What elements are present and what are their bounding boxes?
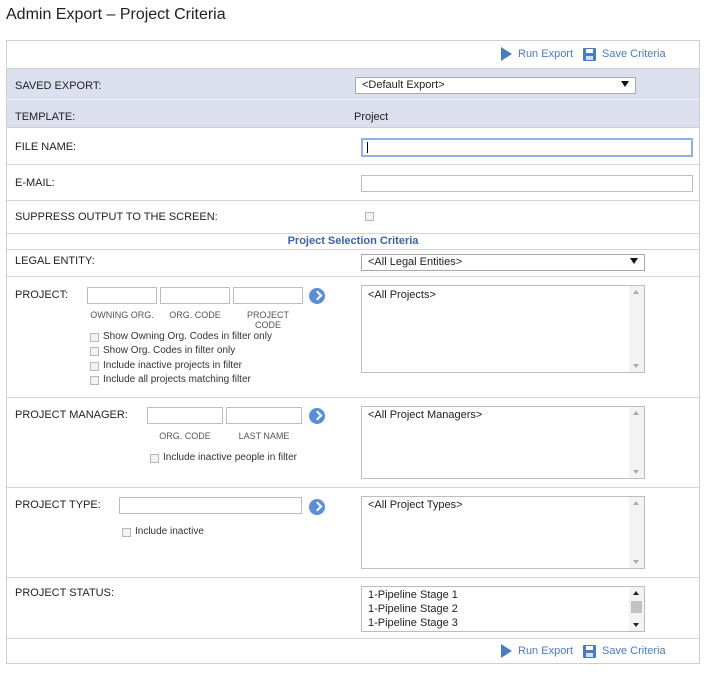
- project-code-input[interactable]: [233, 287, 303, 304]
- suppress-checkbox[interactable]: [365, 212, 374, 221]
- suppress-label: SUPPRESS OUTPUT TO THE SCREEN:: [15, 211, 218, 223]
- project-type-row: PROJECT TYPE: Include inactive <All Proj…: [7, 488, 699, 578]
- pm-inactive-checkbox[interactable]: [150, 454, 159, 463]
- pm-last-name-input[interactable]: [226, 407, 302, 424]
- project-checkbox-1[interactable]: [90, 333, 99, 342]
- section-title: Project Selection Criteria: [287, 235, 419, 247]
- list-item[interactable]: 1-Pipeline Stage 3: [362, 616, 644, 630]
- scrollbar[interactable]: [629, 497, 644, 568]
- top-actions: Run Export Save Criteria: [491, 47, 666, 61]
- project-listbox[interactable]: <All Projects>: [361, 285, 645, 373]
- scroll-up-icon: [633, 501, 639, 505]
- owning-org-input[interactable]: [87, 287, 157, 304]
- email-input[interactable]: [361, 175, 693, 192]
- save-criteria-button[interactable]: Save Criteria: [583, 47, 666, 61]
- email-label: E-MAIL:: [15, 177, 55, 189]
- project-type-go-button[interactable]: [309, 499, 325, 515]
- project-status-row: PROJECT STATUS: 1-Pipeline Stage 1 1-Pip…: [7, 578, 699, 639]
- project-manager-label: PROJECT MANAGER:: [15, 409, 128, 421]
- saved-export-value: <Default Export>: [362, 79, 445, 91]
- project-checkbox-label-3: Include inactive projects in filter: [103, 360, 242, 371]
- project-manager-row: PROJECT MANAGER: ORG. CODE LAST NAME Inc…: [7, 398, 699, 488]
- org-code-input[interactable]: [160, 287, 230, 304]
- project-checkbox-3[interactable]: [90, 362, 99, 371]
- list-item[interactable]: <All Projects>: [362, 288, 644, 302]
- section-header-row: Project Selection Criteria: [7, 234, 699, 250]
- project-checkbox-2[interactable]: [90, 347, 99, 356]
- scroll-up-icon: [633, 411, 639, 415]
- list-item[interactable]: <All Project Types>: [362, 498, 644, 512]
- saved-export-band: SAVED EXPORT: <Default Export> TEMPLATE:…: [7, 68, 699, 128]
- save-criteria-label: Save Criteria: [602, 48, 666, 60]
- file-name-row: FILE NAME:: [7, 128, 699, 165]
- template-label: TEMPLATE:: [15, 111, 76, 123]
- owning-org-caption: OWNING ORG.: [90, 310, 154, 320]
- play-icon: [501, 644, 512, 658]
- project-go-button[interactable]: [309, 288, 325, 304]
- page-title: Admin Export – Project Criteria: [6, 6, 226, 23]
- scroll-up-icon: [633, 290, 639, 294]
- legal-entity-value: <All Legal Entities>: [368, 256, 463, 268]
- run-export-label: Run Export: [518, 645, 574, 657]
- run-export-button[interactable]: Run Export: [501, 644, 573, 658]
- pm-org-code-input[interactable]: [147, 407, 223, 424]
- list-item[interactable]: <All Project Managers>: [362, 408, 644, 422]
- saved-export-label: SAVED EXPORT:: [15, 80, 102, 92]
- project-status-listbox[interactable]: 1-Pipeline Stage 1 1-Pipeline Stage 2 1-…: [361, 586, 645, 632]
- project-row: PROJECT: OWNING ORG. ORG. CODE PROJECT C…: [7, 277, 699, 398]
- project-status-label: PROJECT STATUS:: [15, 587, 115, 599]
- save-icon: [583, 644, 597, 658]
- project-checkbox-4[interactable]: [90, 376, 99, 385]
- pm-inactive-checkbox-label: Include inactive people in filter: [163, 452, 297, 463]
- legal-entity-row: LEGAL ENTITY: <All Legal Entities>: [7, 250, 699, 277]
- project-manager-listbox[interactable]: <All Project Managers>: [361, 406, 645, 479]
- scrollbar[interactable]: [629, 286, 644, 372]
- text-caret: [367, 142, 368, 153]
- scroll-thumb[interactable]: [631, 601, 642, 613]
- list-item[interactable]: 1-Pipeline Stage 2: [362, 602, 644, 616]
- save-criteria-label: Save Criteria: [602, 645, 666, 657]
- bottom-actions: Run Export Save Criteria: [491, 644, 666, 658]
- save-criteria-button[interactable]: Save Criteria: [583, 644, 666, 658]
- project-checkbox-label-4: Include all projects matching filter: [103, 374, 251, 385]
- scroll-down-icon: [633, 364, 639, 368]
- project-checkbox-label-1: Show Owning Org. Codes in filter only: [103, 331, 272, 342]
- scrollbar[interactable]: [629, 407, 644, 478]
- suppress-row: SUPPRESS OUTPUT TO THE SCREEN:: [7, 201, 699, 234]
- project-type-listbox[interactable]: <All Project Types>: [361, 496, 645, 569]
- project-manager-go-button[interactable]: [309, 408, 325, 424]
- scroll-down-icon: [633, 560, 639, 564]
- project-type-inactive-checkbox[interactable]: [122, 528, 131, 537]
- project-label: PROJECT:: [15, 289, 69, 301]
- org-code-caption: ORG. CODE: [169, 310, 221, 320]
- project-checkbox-label-2: Show Org. Codes in filter only: [103, 345, 236, 356]
- project-code-caption: PROJECT CODE: [246, 310, 289, 330]
- project-type-label: PROJECT TYPE:: [15, 499, 101, 511]
- legal-entity-label: LEGAL ENTITY:: [15, 255, 95, 267]
- pm-org-code-caption: ORG. CODE: [159, 431, 211, 441]
- pm-last-name-caption: LAST NAME: [238, 431, 290, 441]
- scrollbar[interactable]: [629, 587, 644, 631]
- scroll-down-icon: [633, 470, 639, 474]
- legal-entity-select[interactable]: <All Legal Entities>: [361, 254, 645, 271]
- criteria-panel: Run Export Save Criteria SAVED EXPORT: <…: [6, 40, 700, 664]
- run-export-label: Run Export: [518, 48, 574, 60]
- scroll-down-icon: [633, 623, 639, 627]
- chevron-down-icon: [621, 81, 629, 87]
- list-item[interactable]: 1-Pipeline Stage 1: [362, 588, 644, 602]
- email-row: E-MAIL:: [7, 165, 699, 201]
- saved-export-select[interactable]: <Default Export>: [355, 77, 636, 94]
- save-icon: [583, 47, 597, 61]
- play-icon: [501, 47, 512, 61]
- file-name-input[interactable]: [361, 138, 693, 157]
- template-value: Project: [354, 111, 389, 123]
- file-name-label: FILE NAME:: [15, 141, 77, 153]
- chevron-down-icon: [630, 258, 638, 264]
- project-type-inactive-label: Include inactive: [135, 526, 204, 537]
- scroll-up-icon: [633, 591, 639, 595]
- run-export-button[interactable]: Run Export: [501, 47, 573, 61]
- project-type-input[interactable]: [119, 497, 302, 514]
